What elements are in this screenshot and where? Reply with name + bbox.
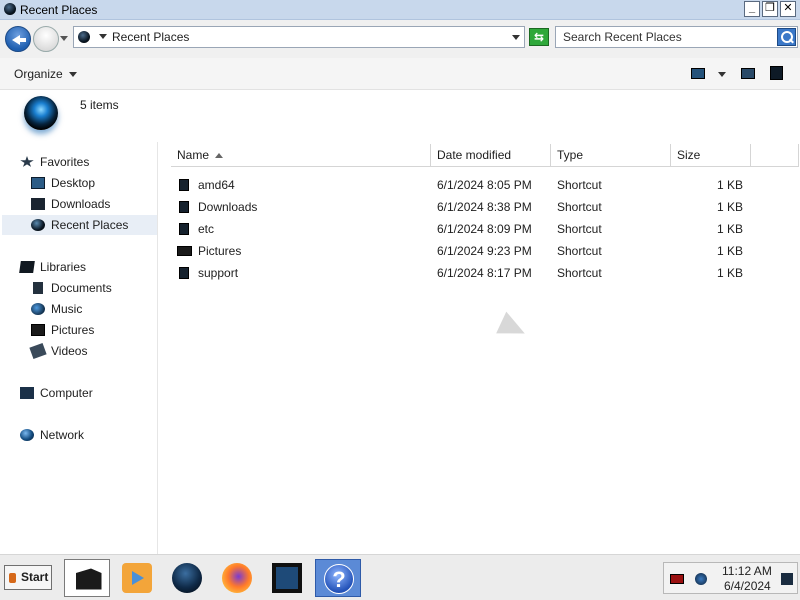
start-icon xyxy=(9,573,16,583)
organize-label: Organize xyxy=(14,67,63,81)
clock-time[interactable]: 11:12 AM xyxy=(722,564,772,578)
file-list: Name Date modified Type Size amd64 6/1/2… xyxy=(160,142,800,554)
start-button[interactable]: Start xyxy=(4,565,52,590)
system-tray: 11:12 AM 6/4/2024 xyxy=(663,562,798,594)
chevron-down-icon xyxy=(68,72,77,78)
breadcrumb[interactable]: Recent Places xyxy=(112,30,189,44)
firefox-icon xyxy=(222,563,252,593)
details-header: 5 items xyxy=(0,90,800,136)
column-header-type[interactable]: Type xyxy=(551,144,671,167)
nav-item-documents[interactable]: Documents xyxy=(31,278,151,298)
taskbar-display[interactable] xyxy=(264,559,310,597)
taskbar-browser[interactable] xyxy=(164,559,210,597)
minimize-button[interactable]: _ xyxy=(744,1,760,17)
search-box[interactable] xyxy=(555,26,798,48)
nav-item-music[interactable]: Music xyxy=(31,299,151,319)
navigation-pane: Favorites Desktop Downloads Recent Place… xyxy=(0,142,158,554)
window-title: Recent Places xyxy=(20,3,98,17)
refresh-button[interactable]: ⇆ xyxy=(529,28,549,46)
column-header-filler xyxy=(751,144,799,167)
table-row[interactable]: support 6/1/2024 8:17 PM Shortcut 1 KB xyxy=(171,262,791,284)
help-icon[interactable] xyxy=(770,66,783,80)
media-player-icon xyxy=(122,563,152,593)
recent-places-large-icon xyxy=(24,96,58,130)
pictures-shortcut-icon xyxy=(177,246,192,256)
nav-item-libraries[interactable]: Libraries xyxy=(19,257,150,277)
downloads-icon xyxy=(31,198,45,210)
address-field[interactable]: Recent Places xyxy=(73,26,525,48)
breadcrumb-chevron-icon[interactable] xyxy=(99,34,107,39)
taskbar-explorer[interactable] xyxy=(64,559,110,597)
view-options-dropdown[interactable] xyxy=(718,72,726,77)
help-icon: ? xyxy=(324,564,354,594)
back-button[interactable] xyxy=(5,26,31,52)
documents-icon xyxy=(33,282,43,294)
network-icon xyxy=(20,429,34,441)
file-explorer-icon xyxy=(76,568,102,590)
column-header-name[interactable]: Name xyxy=(171,144,431,167)
nav-item-network[interactable]: Network xyxy=(20,425,150,445)
shortcut-icon xyxy=(179,223,189,235)
shortcut-icon xyxy=(179,201,189,213)
shortcut-icon xyxy=(179,179,189,191)
recent-pages-dropdown[interactable] xyxy=(60,36,68,41)
nav-item-computer[interactable]: Computer xyxy=(20,383,150,403)
music-icon xyxy=(31,303,45,315)
organize-button[interactable]: Organize xyxy=(14,67,77,81)
display-icon xyxy=(272,563,302,593)
preview-pane-icon[interactable] xyxy=(741,68,755,79)
pictures-icon xyxy=(31,324,45,336)
nav-item-pictures[interactable]: Pictures xyxy=(31,320,151,340)
sort-ascending-icon xyxy=(215,153,224,159)
close-button[interactable]: ✕ xyxy=(780,1,796,17)
videos-icon xyxy=(29,342,47,360)
computer-icon xyxy=(20,387,34,399)
change-view-icon[interactable] xyxy=(691,68,705,79)
table-row[interactable]: etc 6/1/2024 8:09 PM Shortcut 1 KB xyxy=(171,218,791,240)
recent-places-icon xyxy=(4,3,16,15)
taskbar-firefox[interactable] xyxy=(214,559,260,597)
search-icon[interactable] xyxy=(777,28,796,46)
address-bar-area: Recent Places ⇆ xyxy=(0,20,800,58)
volume-icon[interactable] xyxy=(695,573,707,585)
table-row[interactable]: amd64 6/1/2024 8:05 PM Shortcut 1 KB xyxy=(171,174,791,196)
location-icon xyxy=(78,31,90,43)
clock-date[interactable]: 6/4/2024 xyxy=(724,579,771,593)
recent-places-icon xyxy=(31,219,45,231)
search-input[interactable] xyxy=(556,27,776,47)
column-header-date-modified[interactable]: Date modified xyxy=(431,144,551,167)
column-header-size[interactable]: Size xyxy=(671,144,751,167)
item-count: 5 items xyxy=(80,98,119,112)
command-bar: Organize xyxy=(0,58,800,90)
nav-item-favorites[interactable]: Favorites xyxy=(20,152,150,172)
battery-icon[interactable] xyxy=(670,574,684,584)
nav-item-desktop[interactable]: Desktop xyxy=(31,173,151,193)
show-desktop-icon[interactable] xyxy=(781,573,793,585)
address-dropdown-icon[interactable] xyxy=(512,35,520,40)
shortcut-icon xyxy=(179,267,189,279)
nav-item-recent-places[interactable]: Recent Places xyxy=(2,215,157,235)
globe-icon xyxy=(172,563,202,593)
taskbar-help[interactable]: ? xyxy=(315,559,361,597)
star-icon xyxy=(20,156,34,167)
forward-button[interactable] xyxy=(33,26,59,52)
nav-item-videos[interactable]: Videos xyxy=(29,341,151,361)
title-bar: Recent Places _ ❐ ✕ xyxy=(0,0,800,20)
desktop-icon xyxy=(31,177,45,189)
nav-item-downloads[interactable]: Downloads xyxy=(31,194,151,214)
taskbar-media-player[interactable] xyxy=(114,559,160,597)
taskbar: Start ? 11:12 AM 6/4/2024 xyxy=(0,554,800,600)
libraries-icon xyxy=(19,261,35,273)
table-row[interactable]: Downloads 6/1/2024 8:38 PM Shortcut 1 KB xyxy=(171,196,791,218)
table-row[interactable]: Pictures 6/1/2024 9:23 PM Shortcut 1 KB xyxy=(171,240,791,262)
maximize-button[interactable]: ❐ xyxy=(762,1,778,17)
